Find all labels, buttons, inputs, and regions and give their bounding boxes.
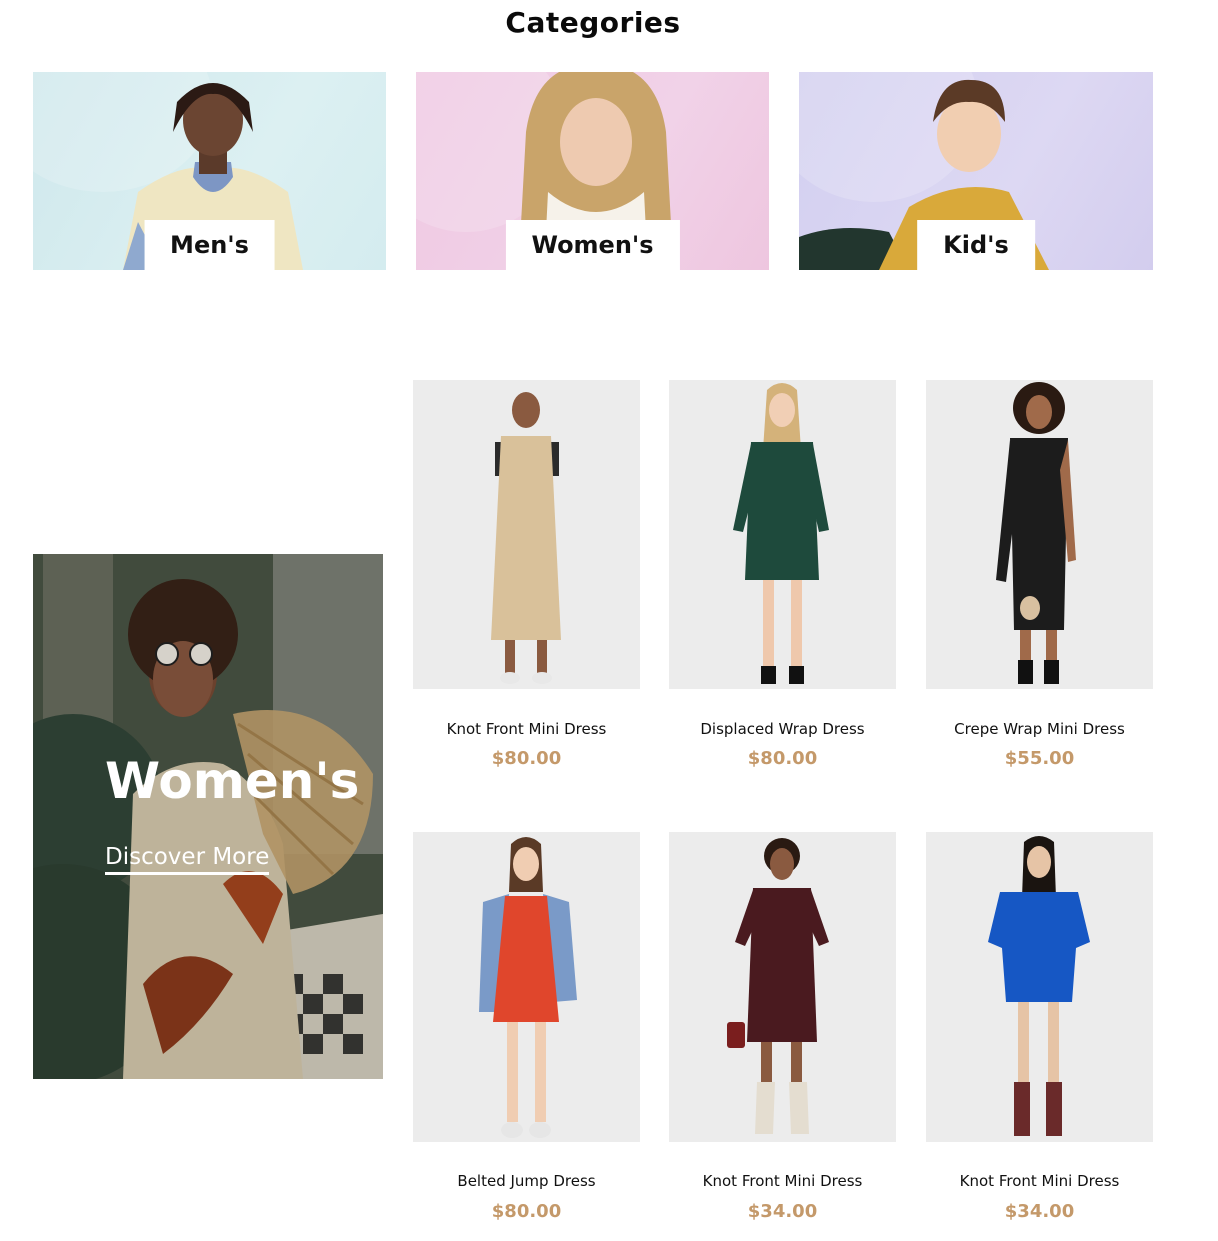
product-card[interactable]: Knot Front Mini Dress $80.00	[413, 380, 640, 769]
product-card[interactable]: Knot Front Mini Dress $34.00	[926, 832, 1153, 1222]
product-price: $80.00	[491, 1201, 562, 1222]
category-card-women[interactable]: Women's	[416, 72, 769, 270]
product-price: $34.00	[747, 1201, 818, 1222]
product-name[interactable]: Displaced Wrap Dress	[669, 720, 896, 738]
product-image[interactable]	[413, 380, 640, 689]
product-price: $34.00	[1004, 1201, 1075, 1222]
product-card[interactable]: Crepe Wrap Mini Dress $55.00	[926, 380, 1153, 769]
product-image[interactable]	[926, 380, 1153, 689]
discover-more-link[interactable]: Discover More	[105, 842, 270, 875]
product-name[interactable]: Knot Front Mini Dress	[926, 1172, 1153, 1190]
dress-model-figure	[733, 383, 829, 684]
dress-model-figure	[996, 382, 1076, 684]
dress-model-figure	[491, 392, 561, 684]
product-name[interactable]: Knot Front Mini Dress	[669, 1172, 896, 1190]
product-card[interactable]: Knot Front Mini Dress $34.00	[669, 832, 896, 1222]
promo-model-image	[33, 554, 383, 1079]
product-name[interactable]: Crepe Wrap Mini Dress	[926, 720, 1153, 738]
category-card-men[interactable]: Men's	[33, 72, 386, 270]
dress-model-figure	[988, 836, 1090, 1136]
category-label-kids: Kid's	[917, 220, 1035, 270]
promo-title: Women's	[105, 752, 360, 810]
promo-banner[interactable]: Women's Discover More	[33, 554, 383, 1079]
product-image[interactable]	[413, 832, 640, 1142]
product-card[interactable]: Belted Jump Dress $80.00	[413, 832, 640, 1222]
product-price: $55.00	[1004, 748, 1075, 769]
product-card[interactable]: Displaced Wrap Dress $80.00	[669, 380, 896, 769]
product-image[interactable]	[669, 380, 896, 689]
product-price: $80.00	[491, 748, 562, 769]
product-image[interactable]	[926, 832, 1153, 1142]
category-label-women: Women's	[505, 220, 680, 270]
dress-model-figure	[479, 837, 577, 1138]
product-name[interactable]: Belted Jump Dress	[413, 1172, 640, 1190]
section-title: Categories	[505, 6, 681, 39]
category-label-men: Men's	[144, 220, 275, 270]
product-price: $80.00	[747, 748, 818, 769]
product-image[interactable]	[669, 832, 896, 1142]
category-card-kids[interactable]: Kid's	[799, 72, 1153, 270]
dress-model-figure	[727, 838, 829, 1134]
product-name[interactable]: Knot Front Mini Dress	[413, 720, 640, 738]
